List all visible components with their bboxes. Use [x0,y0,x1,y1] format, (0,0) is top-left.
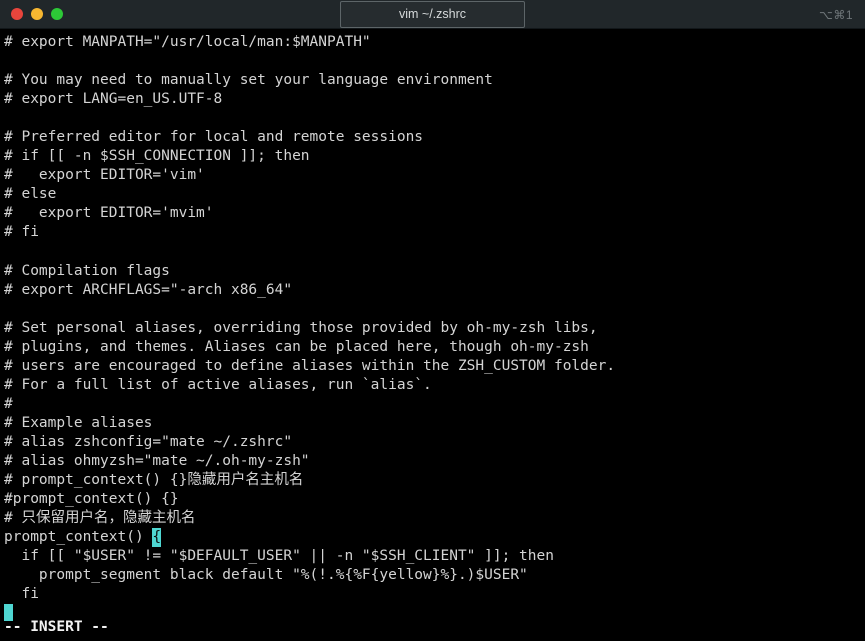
buffer-line: # Compilation flags [4,262,170,279]
buffer-line: # export ARCHFLAGS="-arch x86_64" [4,281,293,298]
buffer-line [4,243,865,262]
buffer-line: # plugins, and themes. Aliases can be pl… [4,338,589,355]
buffer-line-with-cursor: prompt_context() { [4,528,865,548]
buffer-line: # if [[ -n $SSH_CONNECTION ]]; then [4,148,310,165]
window-tab[interactable]: vim ~/.zshrc [339,0,526,29]
buffer-line-empty-cursor [4,604,865,623]
terminal-viewport[interactable]: # export MANPATH="/usr/local/man:$MANPAT… [0,29,865,641]
title-bar: vim ~/.zshrc ⌥⌘1 [0,0,865,29]
buffer-line: # export EDITOR='mvim' [4,205,214,222]
buffer-line: # Set personal aliases, overriding those… [4,319,598,336]
buffer-line: if [[ "$USER" != "$DEFAULT_USER" || -n "… [4,548,554,565]
buffer-line: # alias ohmyzsh="mate ~/.oh-my-zsh" [4,453,310,470]
buffer-line: # [4,395,13,412]
zoom-window-button[interactable] [51,8,63,20]
buffer-line-text: prompt_context() [4,529,153,546]
terminal-window: vim ~/.zshrc ⌥⌘1 # export MANPATH="/usr/… [0,0,865,641]
buffer-line: # fi [4,224,39,241]
buffer-line: fi [4,586,39,603]
close-window-button[interactable] [11,8,23,20]
buffer-line: prompt_segment black default "%(!.%{%F{y… [4,567,528,584]
buffer-line: # export EDITOR='vim' [4,167,205,184]
keyboard-shortcut-hint: ⌥⌘1 [818,7,853,22]
window-tab-strip: vim ~/.zshrc [0,0,865,29]
buffer-line: # export LANG=en_US.UTF-8 [4,91,223,108]
buffer-line: #prompt_context() {} [4,491,179,508]
buffer-line: # For a full list of active aliases, run… [4,376,432,393]
traffic-light-controls [0,8,63,20]
buffer-line: # export MANPATH="/usr/local/man:$MANPAT… [4,34,371,50]
buffer-line [4,52,865,71]
buffer-line: # You may need to manually set your lang… [4,72,493,89]
buffer-line [4,300,865,319]
buffer-line: # else [4,186,57,203]
buffer-line: # alias zshconfig="mate ~/.zshrc" [4,433,293,450]
text-cursor: { [152,528,162,548]
buffer-line: # Preferred editor for local and remote … [4,129,424,146]
buffer-line [4,109,865,128]
minimize-window-button[interactable] [31,8,43,20]
buffer-line: # 只保留用户名，隐藏主机名 [4,510,196,527]
buffer-line: # users are encouraged to define aliases… [4,357,616,374]
buffer-line: # prompt_context() {}隐藏用户名主机名 [4,472,304,489]
buffer-line: # Example aliases [4,414,153,431]
vim-status-line: -- INSERT -- [4,619,109,635]
vim-text-buffer[interactable]: # export MANPATH="/usr/local/man:$MANPAT… [4,33,865,623]
